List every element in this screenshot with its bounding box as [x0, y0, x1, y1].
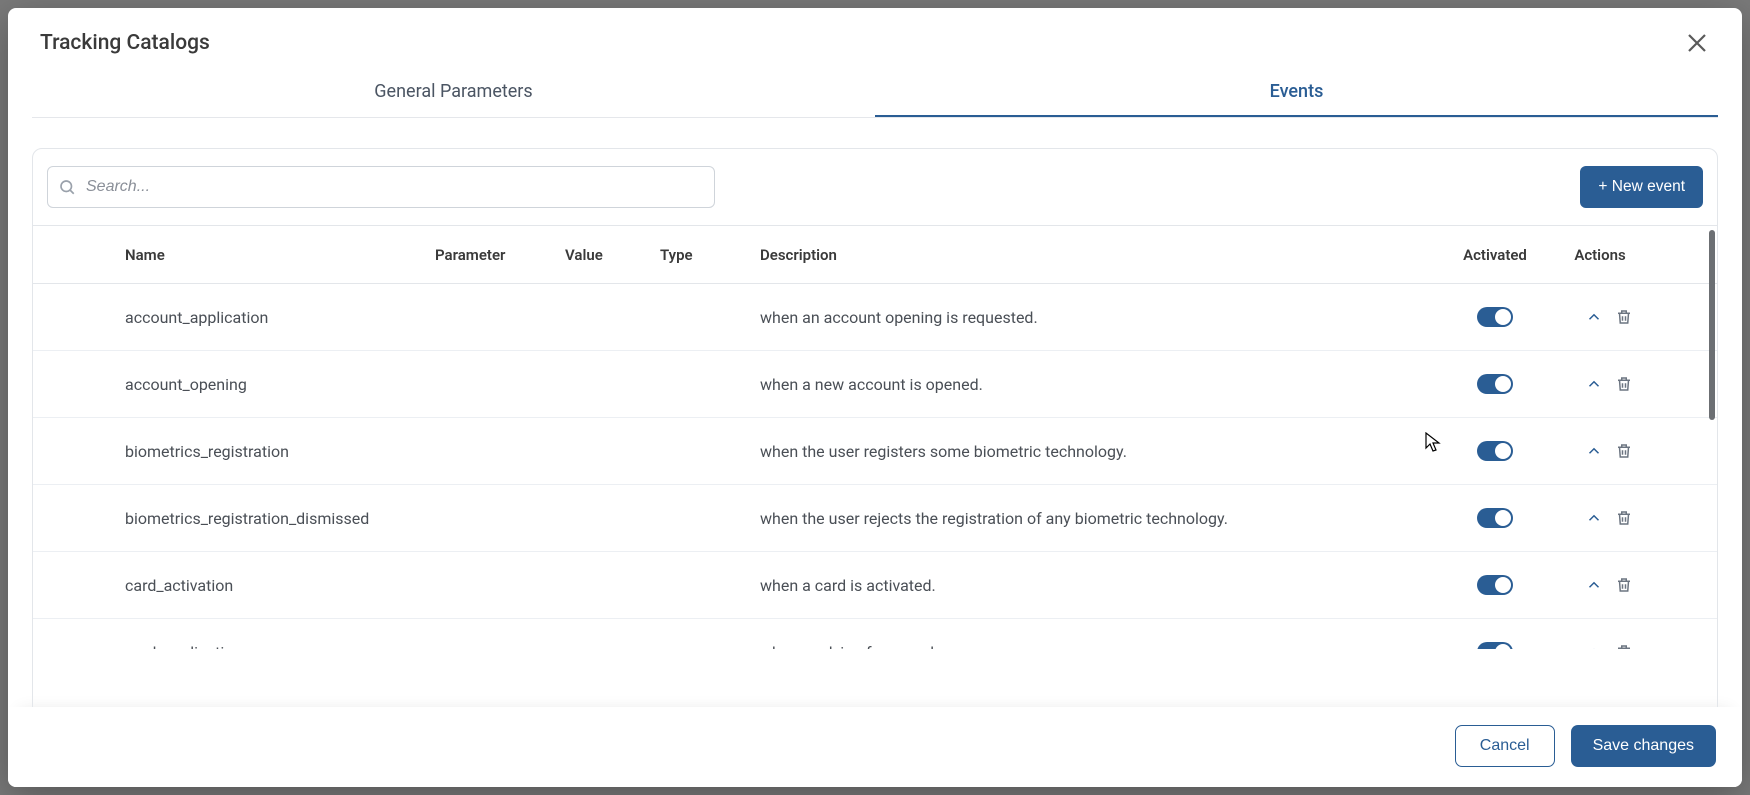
close-button[interactable] [1680, 26, 1714, 60]
cell-description: when a card is activated. [760, 576, 1430, 595]
table-row: card_activation when a card is activated… [33, 552, 1717, 619]
close-icon [1685, 31, 1709, 55]
delete-button[interactable] [1614, 508, 1634, 528]
search-icon [58, 178, 76, 196]
toggle-activated[interactable] [1477, 508, 1513, 528]
cell-activated [1430, 441, 1560, 461]
chevron-up-icon [1585, 442, 1603, 460]
cell-name: biometrics_registration_dismissed [125, 509, 435, 528]
trash-icon [1615, 375, 1633, 393]
cell-description: when an account opening is requested. [760, 308, 1430, 327]
delete-button[interactable] [1614, 374, 1634, 394]
cell-actions [1560, 642, 1640, 649]
trash-icon [1615, 509, 1633, 527]
trash-icon [1615, 643, 1633, 649]
cell-name: card_application [125, 643, 435, 650]
expand-button[interactable] [1584, 642, 1604, 649]
toggle-activated[interactable] [1477, 374, 1513, 394]
col-parameter: Parameter [435, 246, 565, 264]
table-row: biometrics_registration when the user re… [33, 418, 1717, 485]
col-name: Name [125, 246, 435, 264]
tab-events[interactable]: Events [875, 68, 1718, 117]
new-event-button[interactable]: + New event [1580, 166, 1703, 208]
expand-button[interactable] [1584, 575, 1604, 595]
cell-description: when the user rejects the registration o… [760, 509, 1430, 528]
expand-button[interactable] [1584, 374, 1604, 394]
trash-icon [1615, 576, 1633, 594]
cell-activated [1430, 307, 1560, 327]
cell-actions [1560, 575, 1640, 595]
cell-actions [1560, 374, 1640, 394]
cell-activated [1430, 642, 1560, 649]
modal-header: Tracking Catalogs [8, 8, 1742, 68]
cancel-button[interactable]: Cancel [1455, 725, 1555, 767]
expand-button[interactable] [1584, 508, 1604, 528]
table: Name Parameter Value Type Description Ac… [32, 226, 1718, 707]
chevron-up-icon [1585, 308, 1603, 326]
search-input[interactable] [86, 178, 704, 196]
cell-name: biometrics_registration [125, 442, 435, 461]
chevron-up-icon [1585, 375, 1603, 393]
toolbar-box: + New event [32, 148, 1718, 226]
table-row: card_application when applying for a car… [33, 619, 1717, 649]
toggle-activated[interactable] [1477, 642, 1513, 649]
cell-description: when applying for a card. [760, 643, 1430, 650]
chevron-up-icon [1585, 643, 1603, 649]
table-row: biometrics_registration_dismissed when t… [33, 485, 1717, 552]
col-value: Value [565, 246, 660, 264]
col-description: Description [760, 246, 1430, 264]
scrollbar[interactable] [1709, 230, 1715, 420]
trash-icon [1615, 308, 1633, 326]
expand-button[interactable] [1584, 441, 1604, 461]
expand-button[interactable] [1584, 307, 1604, 327]
cell-actions [1560, 508, 1640, 528]
cell-description: when the user registers some biometric t… [760, 442, 1430, 461]
toggle-activated[interactable] [1477, 307, 1513, 327]
table-row: account_opening when a new account is op… [33, 351, 1717, 418]
cell-activated [1430, 374, 1560, 394]
delete-button[interactable] [1614, 642, 1634, 649]
tabs: General Parameters Events [32, 68, 1718, 118]
delete-button[interactable] [1614, 441, 1634, 461]
cell-activated [1430, 508, 1560, 528]
cell-name: card_activation [125, 576, 435, 595]
trash-icon [1615, 442, 1633, 460]
delete-button[interactable] [1614, 307, 1634, 327]
search-wrapper[interactable] [47, 166, 715, 208]
cell-actions [1560, 441, 1640, 461]
col-activated: Activated [1430, 246, 1560, 264]
col-actions: Actions [1560, 246, 1640, 264]
table-body[interactable]: account_application when an account open… [33, 284, 1717, 649]
cell-name: account_application [125, 308, 435, 327]
cell-actions [1560, 307, 1640, 327]
cell-activated [1430, 575, 1560, 595]
table-row: account_application when an account open… [33, 284, 1717, 351]
toggle-activated[interactable] [1477, 441, 1513, 461]
toolbar: + New event [8, 118, 1742, 226]
modal-tracking-catalogs: Tracking Catalogs General Parameters Eve… [8, 8, 1742, 787]
tab-general-parameters[interactable]: General Parameters [32, 68, 875, 117]
chevron-up-icon [1585, 576, 1603, 594]
table-header: Name Parameter Value Type Description Ac… [33, 226, 1717, 284]
modal-title: Tracking Catalogs [40, 31, 210, 55]
delete-button[interactable] [1614, 575, 1634, 595]
cell-description: when a new account is opened. [760, 375, 1430, 394]
chevron-up-icon [1585, 509, 1603, 527]
col-type: Type [660, 246, 760, 264]
save-changes-button[interactable]: Save changes [1571, 725, 1716, 767]
modal-footer: Cancel Save changes [8, 707, 1742, 787]
cell-name: account_opening [125, 375, 435, 394]
toggle-activated[interactable] [1477, 575, 1513, 595]
